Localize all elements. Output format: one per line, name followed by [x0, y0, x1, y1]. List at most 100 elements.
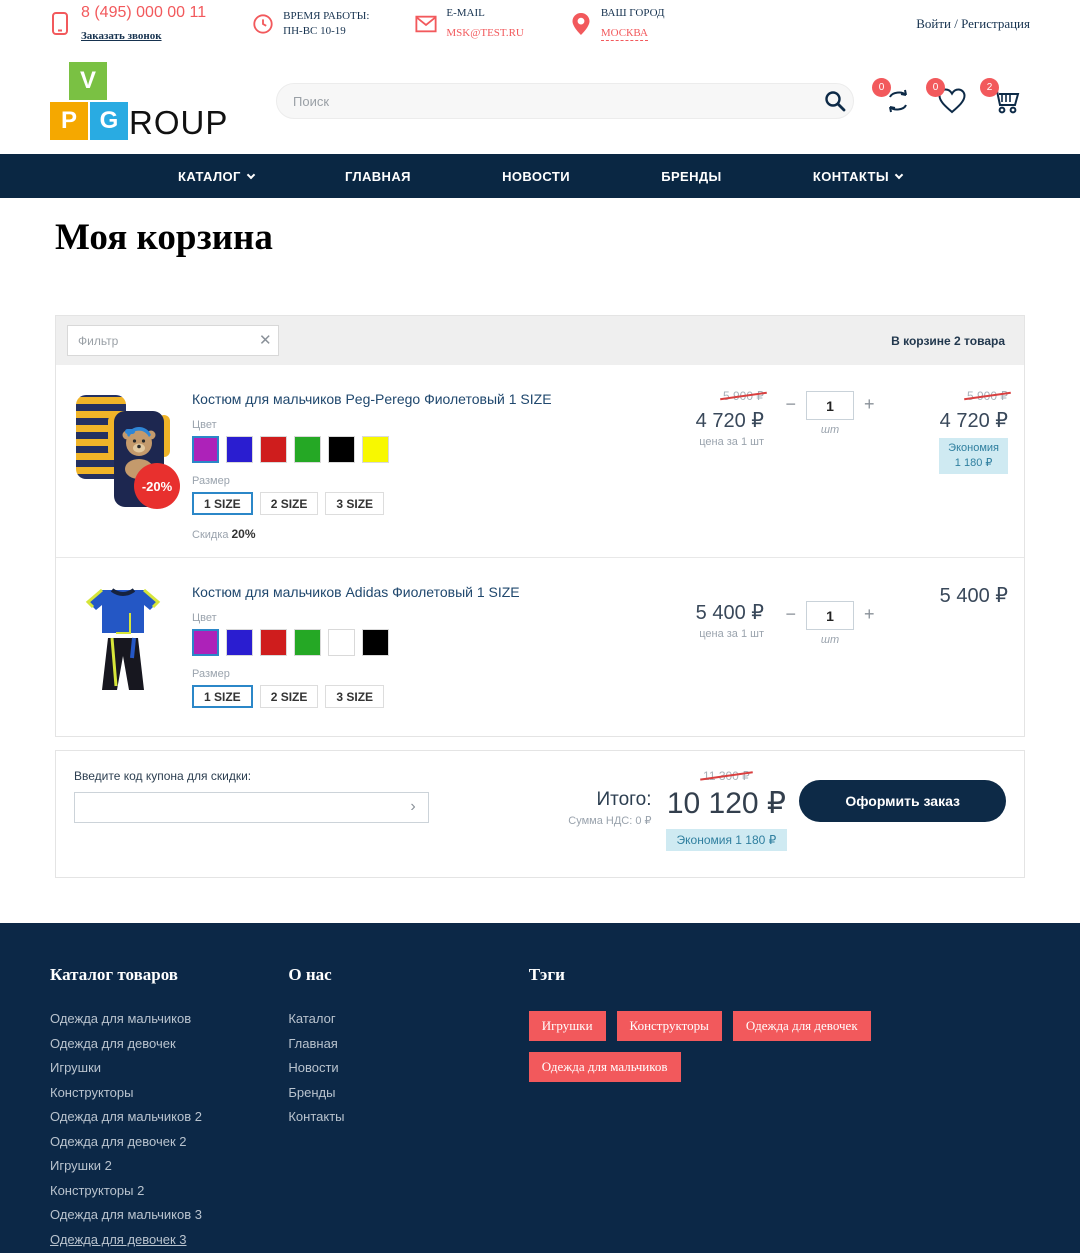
- color-swatch[interactable]: [294, 436, 321, 463]
- nav-item-catalog[interactable]: КАТАЛОГ: [178, 168, 255, 184]
- coupon-submit-button[interactable]: ›: [401, 795, 425, 819]
- footer-link[interactable]: Одежда для девочек: [50, 1036, 288, 1051]
- search-input[interactable]: [276, 83, 854, 119]
- nav-item-contacts[interactable]: КОНТАКТЫ: [813, 169, 904, 184]
- wishlist-button[interactable]: 0: [926, 78, 968, 117]
- line-total: 4 720 ₽: [939, 410, 1008, 432]
- footer-link[interactable]: Конструкторы 2: [50, 1183, 288, 1198]
- discount-label: Скидка: [192, 529, 229, 541]
- qty-input[interactable]: [806, 391, 854, 420]
- nav-label: НОВОСТИ: [502, 168, 570, 184]
- coupon-section: Введите код купона для скидки: ›: [74, 767, 474, 823]
- coupon-label: Введите код купона для скидки:: [74, 769, 252, 783]
- product-title-link[interactable]: Костюм для мальчиков Peg-Perego Фиолетов…: [192, 391, 658, 407]
- color-swatch[interactable]: [362, 436, 389, 463]
- header: V P G ROUP 0 0: [0, 48, 1080, 154]
- size-options: 1 SIZE 2 SIZE 3 SIZE: [192, 685, 658, 708]
- chevron-down-icon: [246, 170, 255, 179]
- color-swatch[interactable]: [192, 629, 219, 656]
- qty-increase-button[interactable]: +: [864, 394, 875, 415]
- color-swatch[interactable]: [226, 436, 253, 463]
- footer-link[interactable]: Контакты: [288, 1109, 528, 1124]
- size-label: Размер: [192, 668, 230, 680]
- cart-item-row: Костюм для мальчиков Adidas Фиолетовый 1…: [56, 557, 1024, 736]
- footer-link[interactable]: Главная: [288, 1036, 528, 1051]
- color-swatch[interactable]: [294, 629, 321, 656]
- contact-email: E-MAIL MSK@TEST.RU: [415, 6, 524, 42]
- footer-link[interactable]: Бренды: [288, 1085, 528, 1100]
- color-swatch[interactable]: [328, 629, 355, 656]
- cart-panel: ✕ В корзине 2 товара: [55, 315, 1025, 737]
- size-option[interactable]: 1 SIZE: [192, 492, 253, 515]
- logo[interactable]: V P G ROUP: [50, 60, 246, 142]
- nav-label: КАТАЛОГ: [178, 168, 241, 184]
- qty-decrease-button[interactable]: −: [785, 604, 796, 625]
- footer-link[interactable]: Игрушки: [50, 1060, 288, 1075]
- quantity-stepper: − шт +: [764, 383, 896, 541]
- nav-item-brands[interactable]: БРЕНДЫ: [661, 169, 721, 184]
- footer-link[interactable]: Одежда для девочек 3: [50, 1232, 288, 1247]
- footer-link[interactable]: Одежда для девочек 2: [50, 1134, 288, 1149]
- tag-link[interactable]: Игрушки: [528, 1011, 606, 1041]
- old-grand-total: 11 300 ₽: [703, 769, 750, 783]
- qty-decrease-button[interactable]: −: [785, 394, 796, 415]
- nav-item-news[interactable]: НОВОСТИ: [502, 169, 570, 184]
- topbar: 8 (495) 000 00 11 Заказать звонок ВРЕМЯ …: [0, 0, 1080, 48]
- tag-link[interactable]: Конструкторы: [616, 1011, 722, 1041]
- footer: Каталог товаров Одежда для мальчиков Оде…: [0, 923, 1080, 1253]
- main-nav: КАТАЛОГ ГЛАВНАЯ НОВОСТИ БРЕНДЫ КОНТАКТЫ: [0, 154, 1080, 198]
- total-saving-badge: Экономия 1 180 ₽: [665, 829, 788, 851]
- logo-block-p: P: [50, 102, 88, 140]
- coupon-input[interactable]: [74, 792, 429, 823]
- login-register-link[interactable]: Войти / Регистрация: [916, 16, 1030, 32]
- color-swatch[interactable]: [192, 436, 219, 463]
- saving-amount: 1 180 ₽: [954, 456, 993, 469]
- unit-price: 5 400 ₽: [695, 602, 764, 624]
- size-option[interactable]: 1 SIZE: [192, 685, 253, 708]
- size-option[interactable]: 2 SIZE: [259, 492, 319, 515]
- footer-link[interactable]: Одежда для мальчиков 2: [50, 1109, 288, 1124]
- nav-item-home[interactable]: ГЛАВНАЯ: [345, 169, 411, 184]
- checkout-button[interactable]: Оформить заказ: [799, 780, 1006, 822]
- size-option[interactable]: 2 SIZE: [259, 685, 319, 708]
- qty-unit-label: шт: [820, 634, 840, 646]
- tag-link[interactable]: Одежда для девочек: [732, 1011, 871, 1041]
- footer-link[interactable]: Новости: [288, 1060, 528, 1075]
- size-option[interactable]: 3 SIZE: [325, 685, 385, 708]
- color-swatch[interactable]: [260, 629, 287, 656]
- footer-link[interactable]: Игрушки 2: [50, 1158, 288, 1173]
- footer-link[interactable]: Одежда для мальчиков 3: [50, 1207, 288, 1222]
- footer-link[interactable]: Одежда для мальчиков: [50, 1011, 288, 1026]
- tag-link[interactable]: Одежда для мальчиков: [528, 1052, 681, 1082]
- wishlist-count-badge: 0: [926, 78, 945, 97]
- city-link[interactable]: МОСКВА: [600, 26, 648, 41]
- qty-increase-button[interactable]: +: [864, 604, 875, 625]
- color-swatch[interactable]: [362, 629, 389, 656]
- footer-tags-column: Тэги Игрушки Конструкторы Одежда для дев…: [528, 965, 1030, 1253]
- product-title-link[interactable]: Костюм для мальчиков Adidas Фиолетовый 1…: [192, 584, 658, 600]
- footer-tags-title: Тэги: [528, 965, 565, 984]
- size-options: 1 SIZE 2 SIZE 3 SIZE: [192, 492, 658, 515]
- discount-line: Скидка 20%: [192, 527, 658, 541]
- color-swatch[interactable]: [260, 436, 287, 463]
- per-unit-label: цена за 1 шт: [699, 436, 764, 448]
- color-swatch[interactable]: [328, 436, 355, 463]
- search-button[interactable]: [821, 87, 849, 115]
- filter-input[interactable]: [67, 325, 279, 356]
- qty-input[interactable]: [806, 601, 854, 630]
- contact-city: ВАШ ГОРОД МОСКВА: [570, 6, 664, 42]
- footer-link[interactable]: Каталог: [288, 1011, 528, 1026]
- size-option[interactable]: 3 SIZE: [325, 492, 385, 515]
- unit-price: 4 720 ₽: [695, 410, 764, 432]
- email-link[interactable]: MSK@TEST.RU: [446, 27, 523, 39]
- color-swatch[interactable]: [226, 629, 253, 656]
- contact-worktime: ВРЕМЯ РАБОТЫ: ПН-ВС 10-19: [252, 9, 369, 39]
- filter-clear-button[interactable]: ✕: [253, 329, 275, 351]
- unit-price-col: 5 900 ₽ 4 720 ₽ цена за 1 шт: [658, 383, 764, 541]
- compare-button[interactable]: 0: [872, 78, 914, 117]
- footer-link[interactable]: Конструкторы: [50, 1085, 288, 1100]
- cart-button[interactable]: 2: [980, 78, 1022, 117]
- callback-link[interactable]: Заказать звонок: [81, 29, 162, 44]
- old-line-total: 5 900 ₽: [967, 389, 1008, 403]
- cart-filter-bar: ✕ В корзине 2 товара: [56, 316, 1024, 365]
